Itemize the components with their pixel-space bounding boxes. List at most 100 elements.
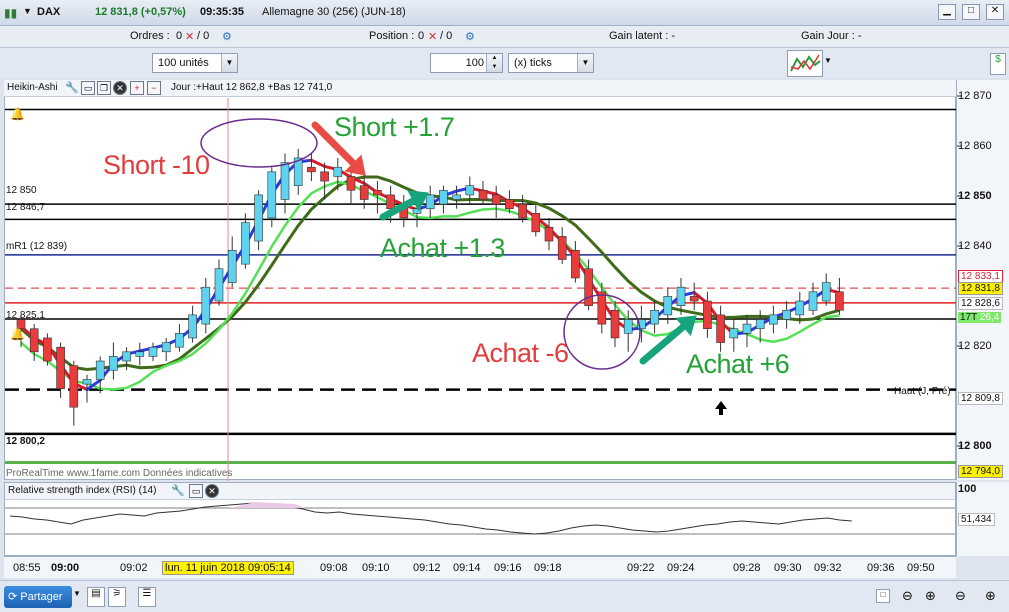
rsi-panel[interactable]: Relative strength index (RSI) (14) 🔧 ▭ ✕ bbox=[4, 482, 956, 556]
candle bbox=[320, 171, 329, 182]
candle bbox=[307, 166, 316, 173]
indicator-name: Heikin-Ashi bbox=[7, 82, 58, 93]
candle bbox=[175, 333, 184, 348]
candle bbox=[769, 314, 778, 325]
gear-icon[interactable]: ⚙ bbox=[222, 30, 232, 43]
cursor-time-tag: lun. 11 juin 2018 09:05:14 bbox=[162, 561, 294, 575]
price-tag: 12 828,6 bbox=[958, 297, 1003, 310]
candle bbox=[808, 291, 818, 311]
chart-type-icon bbox=[790, 54, 821, 72]
time-tick: 09:22 bbox=[627, 562, 655, 574]
rsi-overbought-fill bbox=[230, 502, 305, 508]
quantity-stepper[interactable]: 100 ▲ ▼ bbox=[430, 53, 503, 73]
watermark: ProRealTime www.1fame.com Données indica… bbox=[6, 468, 232, 479]
candle bbox=[755, 319, 765, 330]
candle bbox=[280, 162, 290, 200]
stepper-arrows-icon[interactable]: ▲ ▼ bbox=[486, 54, 502, 72]
candle bbox=[241, 222, 250, 265]
ticks-select[interactable]: (x) ticks ▼ bbox=[508, 53, 594, 73]
copy-icon[interactable]: ❐ bbox=[97, 81, 111, 95]
zoom-in-icon[interactable]: ⊕ bbox=[985, 588, 996, 604]
share-label: Partager bbox=[20, 591, 63, 603]
units-value: 100 unités bbox=[158, 57, 209, 69]
price-tick: 12 850 bbox=[958, 190, 992, 202]
close-position-icon[interactable]: ✕ bbox=[428, 30, 437, 43]
quantity-value: 100 bbox=[465, 57, 484, 69]
price-tag: 12 794,0 bbox=[958, 465, 1003, 478]
zoom-out-icon[interactable]: ⊖ bbox=[902, 588, 913, 604]
candle bbox=[597, 291, 607, 325]
price-tick: 12 800 bbox=[958, 440, 992, 452]
cancel-orders-icon[interactable]: ✕ bbox=[185, 30, 194, 43]
time-tick: 09:18 bbox=[534, 562, 562, 574]
scroll-icon[interactable]: □ bbox=[876, 589, 890, 603]
share-button[interactable]: ⟳ Partager bbox=[4, 586, 72, 608]
alert-bell-icon[interactable]: 🔔 bbox=[10, 107, 25, 121]
level-label: Haut (J, Pré) bbox=[894, 386, 951, 397]
remove-icon[interactable]: − bbox=[147, 81, 161, 95]
alert-bell-icon[interactable]: 🔔 bbox=[10, 327, 25, 341]
orders-label: Ordres : bbox=[130, 30, 170, 42]
candle bbox=[571, 249, 580, 279]
candle bbox=[346, 176, 356, 191]
candle bbox=[214, 268, 224, 302]
bottom-toolbar: ⟳ Partager ▼ ▤ ⚞ ☰ □ ⊖ ⊕ ⊖ ⊕ bbox=[0, 580, 1009, 612]
candle bbox=[43, 337, 52, 362]
save-icon[interactable]: ▤ bbox=[87, 587, 105, 607]
add-icon[interactable]: + bbox=[130, 81, 144, 95]
gear-icon[interactable]: ⚙ bbox=[465, 30, 475, 43]
chevron-down-icon[interactable]: ▼ bbox=[73, 589, 81, 598]
candle bbox=[161, 342, 171, 353]
moving-average-segment bbox=[309, 158, 327, 168]
chevron-down-icon[interactable]: ▼ bbox=[221, 54, 237, 72]
candle bbox=[716, 314, 725, 343]
time-tick: 09:12 bbox=[413, 562, 441, 574]
candle bbox=[122, 351, 131, 362]
list-icon[interactable]: ☰ bbox=[138, 587, 156, 607]
candle bbox=[491, 194, 501, 205]
candlestick-icon: ▮▮ bbox=[4, 6, 18, 20]
candle bbox=[531, 213, 541, 233]
units-select[interactable]: 100 unités ▼ bbox=[152, 53, 238, 73]
contract-name: Allemagne 30 (25€) (JUN-18) bbox=[262, 6, 406, 18]
zoom-reset-icon[interactable]: ⊖ bbox=[955, 588, 966, 604]
chart-type-icon[interactable] bbox=[787, 50, 823, 77]
annotation-achat-p6: Achat +6 bbox=[686, 349, 790, 379]
candle bbox=[835, 291, 844, 311]
maximize-button[interactable]: □ bbox=[962, 4, 980, 20]
candle bbox=[439, 189, 448, 205]
chevron-down-icon[interactable]: ▼ bbox=[824, 56, 836, 72]
window-icon[interactable]: ▭ bbox=[81, 81, 95, 95]
highlight-ellipse bbox=[200, 118, 318, 168]
rsi-value: 51,434 bbox=[958, 513, 995, 526]
chevron-down-icon[interactable]: ▼ bbox=[577, 54, 593, 72]
indicator-icon[interactable]: ⚞ bbox=[108, 587, 126, 607]
candle bbox=[227, 249, 237, 283]
price-chart-panel[interactable] bbox=[4, 80, 957, 481]
wrench-icon[interactable]: 🔧 bbox=[171, 484, 185, 497]
zoom-fit-icon[interactable]: ⊕ bbox=[925, 588, 936, 604]
level-label: 12 846,7 bbox=[6, 202, 45, 213]
price-chart[interactable] bbox=[5, 81, 957, 481]
minimize-button[interactable]: ▁ bbox=[938, 4, 956, 20]
candle bbox=[82, 379, 92, 385]
price-tick: 12 870 bbox=[958, 90, 992, 102]
annotation-short-m10: Short -10 bbox=[103, 150, 210, 180]
ticks-value: (x) ticks bbox=[514, 57, 552, 69]
window-icon[interactable]: ▭ bbox=[189, 484, 203, 498]
chevron-down-icon[interactable]: ▼ bbox=[23, 6, 32, 16]
close-icon[interactable]: ✕ bbox=[205, 484, 219, 498]
wrench-icon[interactable]: 🔧 bbox=[65, 81, 79, 94]
candle bbox=[386, 194, 395, 210]
candle bbox=[505, 199, 514, 210]
level-label: 12 850 bbox=[6, 185, 37, 196]
order-ticket-icon[interactable]: $ bbox=[990, 53, 1006, 75]
close-icon[interactable]: ✕ bbox=[113, 81, 127, 95]
price-tick: 12 840 bbox=[958, 240, 992, 252]
candle bbox=[821, 282, 831, 302]
close-button[interactable]: ✕ bbox=[986, 4, 1004, 20]
price-tag: 12 809,8 bbox=[958, 392, 1003, 405]
orders-value: 0 bbox=[176, 30, 183, 42]
time-tick: 09:08 bbox=[320, 562, 348, 574]
instrument-name: DAX bbox=[37, 6, 61, 18]
